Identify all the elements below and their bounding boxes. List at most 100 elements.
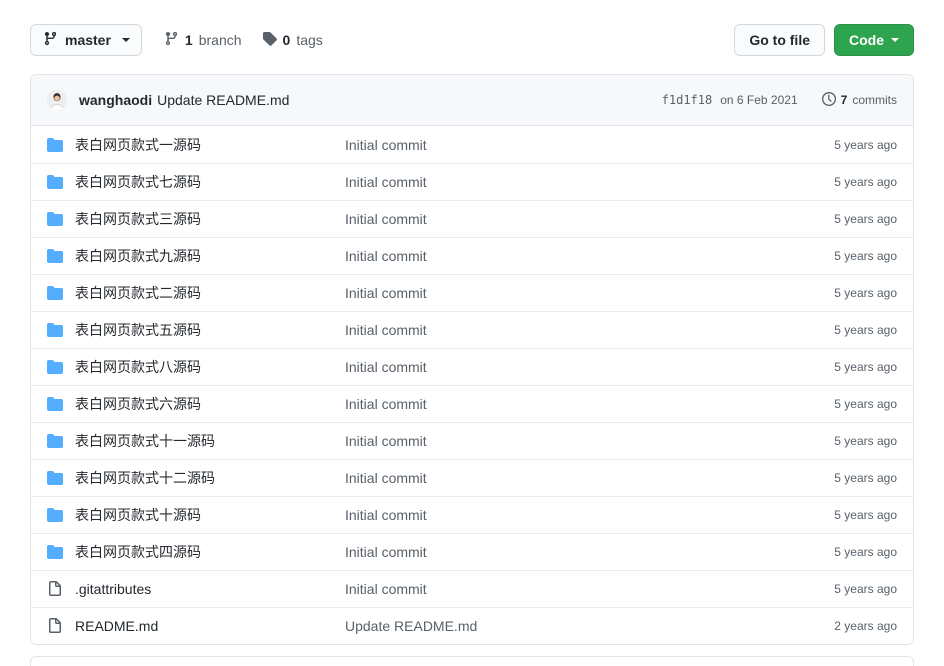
branch-count-value: 1 (185, 32, 193, 48)
file-commit-message[interactable]: Initial commit (345, 507, 792, 523)
latest-commit-header: wanghaodi Update README.md f1d1f18 on 6 … (31, 75, 913, 126)
file-commit-message[interactable]: Initial commit (345, 174, 792, 190)
file-name-cell: 表白网页款式三源码 (75, 209, 345, 229)
file-name-link[interactable]: 表白网页款式二源码 (75, 285, 201, 301)
file-name-cell: 表白网页款式二源码 (75, 283, 345, 303)
folder-icon (47, 470, 75, 486)
folder-icon (47, 322, 75, 338)
file-commit-message[interactable]: Initial commit (345, 396, 792, 412)
table-row: 表白网页款式十二源码Initial commit5 years ago (31, 459, 913, 496)
go-to-file-button[interactable]: Go to file (734, 24, 825, 56)
folder-icon (47, 211, 75, 227)
file-commit-age: 5 years ago (792, 360, 897, 374)
file-commit-age: 5 years ago (792, 545, 897, 559)
commit-sha[interactable]: f1d1f18 (662, 93, 713, 107)
repo-meta-group: 1 branch 0 tags (164, 31, 323, 49)
file-commit-age: 5 years ago (792, 323, 897, 337)
file-commit-age: 5 years ago (792, 397, 897, 411)
commit-meta: f1d1f18 on 6 Feb 2021 7 commits (662, 92, 897, 109)
table-row: README.md Update README.md2 years ago (31, 607, 913, 644)
file-commit-age: 5 years ago (792, 175, 897, 189)
table-row: 表白网页款式九源码 Initial commit5 years ago (31, 237, 913, 274)
file-commit-age: 5 years ago (792, 286, 897, 300)
folder-icon (47, 285, 75, 301)
file-commit-message[interactable]: Initial commit (345, 359, 792, 375)
table-row: 表白网页款式三源码Initial commit5 years ago (31, 200, 913, 237)
file-commit-age: 2 years ago (792, 619, 897, 633)
folder-icon (47, 359, 75, 375)
commits-count-link[interactable]: 7 commits (822, 92, 897, 109)
file-name-link[interactable]: 表白网页款式三源码 (75, 211, 201, 227)
file-commit-age: 5 years ago (792, 508, 897, 522)
file-name-cell: .gitattributes (75, 581, 345, 597)
file-commit-message[interactable]: Initial commit (345, 433, 792, 449)
table-row: 表白网页款式八源码 Initial commit5 years ago (31, 348, 913, 385)
commits-count-label: commits (852, 93, 897, 107)
folder-icon (47, 544, 75, 560)
table-row: 表白网页款式一源码Initial commit5 years ago (31, 126, 913, 163)
file-name-link[interactable]: 表白网页款式六源码 (75, 396, 201, 412)
table-row: .gitattributesInitial commit5 years ago (31, 570, 913, 607)
file-name-cell: 表白网页款式一源码 (75, 135, 345, 155)
file-name-link[interactable]: 表白网页款式十一源码 (75, 433, 215, 449)
table-row: 表白网页款式十一源码 Initial commit5 years ago (31, 422, 913, 459)
file-commit-message[interactable]: Initial commit (345, 137, 792, 153)
file-name-link[interactable]: 表白网页款式一源码 (75, 137, 201, 153)
file-name-link[interactable]: .gitattributes (75, 581, 151, 597)
file-commit-message[interactable]: Initial commit (345, 544, 792, 560)
file-name-link[interactable]: 表白网页款式九源码 (75, 248, 201, 264)
table-row: 表白网页款式五源码 Initial commit5 years ago (31, 311, 913, 348)
file-commit-message[interactable]: Initial commit (345, 322, 792, 338)
file-name-link[interactable]: 表白网页款式十二源码 (75, 470, 215, 486)
file-commit-message[interactable]: Initial commit (345, 211, 792, 227)
tag-count[interactable]: 0 tags (262, 31, 323, 49)
file-name-link[interactable]: 表白网页款式十源码 (75, 507, 201, 523)
table-row: 表白网页款式四源码 Initial commit5 years ago (31, 533, 913, 570)
commit-message[interactable]: Update README.md (157, 92, 289, 108)
repository-file-browser: master 1 branch 0 tags (0, 0, 944, 666)
commits-count-value: 7 (841, 93, 848, 107)
table-row: 表白网页款式七源码 Initial commit5 years ago (31, 163, 913, 200)
git-branch-icon (43, 31, 58, 49)
file-table: wanghaodi Update README.md f1d1f18 on 6 … (30, 74, 914, 645)
tag-count-value: 0 (283, 32, 291, 48)
file-commit-message[interactable]: Initial commit (345, 470, 792, 486)
file-commit-age: 5 years ago (792, 249, 897, 263)
commit-date: on 6 Feb 2021 (720, 93, 797, 107)
file-icon (47, 618, 75, 634)
table-row: 表白网页款式二源码 Initial commit5 years ago (31, 274, 913, 311)
file-commit-message[interactable]: Initial commit (345, 248, 792, 264)
commit-author[interactable]: wanghaodi (79, 92, 152, 108)
chevron-down-icon (122, 38, 130, 42)
file-commit-message[interactable]: Update README.md (345, 618, 792, 634)
file-name-link[interactable]: 表白网页款式七源码 (75, 174, 201, 190)
file-name-cell: 表白网页款式六源码 (75, 394, 345, 414)
file-commit-message[interactable]: Initial commit (345, 581, 792, 597)
file-name-cell: 表白网页款式十二源码 (75, 468, 345, 488)
file-name-link[interactable]: 表白网页款式四源码 (75, 544, 201, 560)
folder-icon (47, 396, 75, 412)
avatar[interactable] (47, 90, 67, 110)
branch-count-label: branch (199, 32, 242, 48)
table-row: 表白网页款式六源码 Initial commit5 years ago (31, 385, 913, 422)
folder-icon (47, 248, 75, 264)
branch-selector-label: master (65, 32, 111, 48)
file-name-link[interactable]: 表白网页款式八源码 (75, 359, 201, 375)
go-to-file-label: Go to file (749, 32, 810, 48)
chevron-down-icon (891, 38, 899, 42)
file-name-cell: 表白网页款式七源码 (75, 172, 345, 192)
tag-count-label: tags (296, 32, 322, 48)
file-commit-message[interactable]: Initial commit (345, 285, 792, 301)
file-commit-age: 5 years ago (792, 434, 897, 448)
code-button[interactable]: Code (834, 24, 914, 56)
branch-selector[interactable]: master (30, 24, 142, 56)
file-name-cell: 表白网页款式十一源码 (75, 431, 345, 451)
git-branch-icon (164, 31, 179, 49)
branch-count[interactable]: 1 branch (164, 31, 242, 49)
file-name-link[interactable]: README.md (75, 618, 158, 634)
file-name-cell: 表白网页款式五源码 (75, 320, 345, 340)
file-name-link[interactable]: 表白网页款式五源码 (75, 322, 201, 338)
folder-icon (47, 137, 75, 153)
file-name-cell: 表白网页款式四源码 (75, 542, 345, 562)
tag-icon (262, 31, 277, 49)
